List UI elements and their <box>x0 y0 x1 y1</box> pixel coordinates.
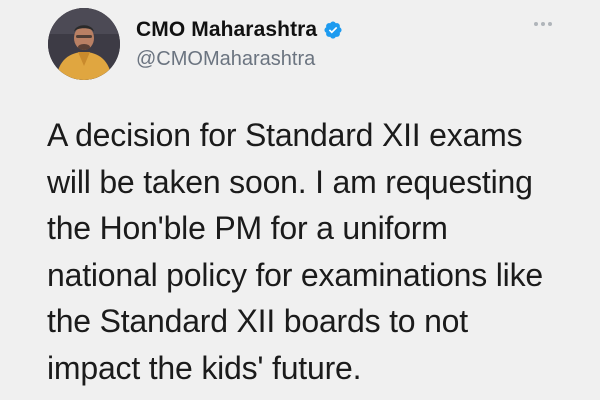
author-handle[interactable]: @CMOMaharashtra <box>136 48 315 71</box>
tweet-text: A decision for Standard XII exams will b… <box>47 112 577 391</box>
author-name-row[interactable]: CMO Maharashtra <box>136 18 343 42</box>
more-options-button[interactable] <box>534 22 552 26</box>
more-horizontal-icon <box>534 22 538 26</box>
more-horizontal-icon <box>541 22 545 26</box>
tweet-text-line: the Standard XII boards to not <box>47 303 468 339</box>
tweet-card: CMO Maharashtra @CMOMaharashtra A decisi… <box>0 0 600 400</box>
tweet-text-line: national policy for examinations like <box>47 256 543 293</box>
tweet-text-line: A decision for Standard XII exams <box>47 117 523 153</box>
verified-badge-icon <box>324 21 342 39</box>
avatar-photo-icon <box>48 8 120 80</box>
more-horizontal-icon <box>548 22 552 26</box>
author-avatar[interactable] <box>48 8 120 80</box>
tweet-text-line: the Hon'ble PM for a uniform <box>47 210 448 246</box>
tweet-text-line: will be taken soon. I am requesting <box>47 163 533 200</box>
tweet-text-line: impact the kids' future. <box>47 349 362 386</box>
author-display-name[interactable]: CMO Maharashtra <box>136 18 317 42</box>
